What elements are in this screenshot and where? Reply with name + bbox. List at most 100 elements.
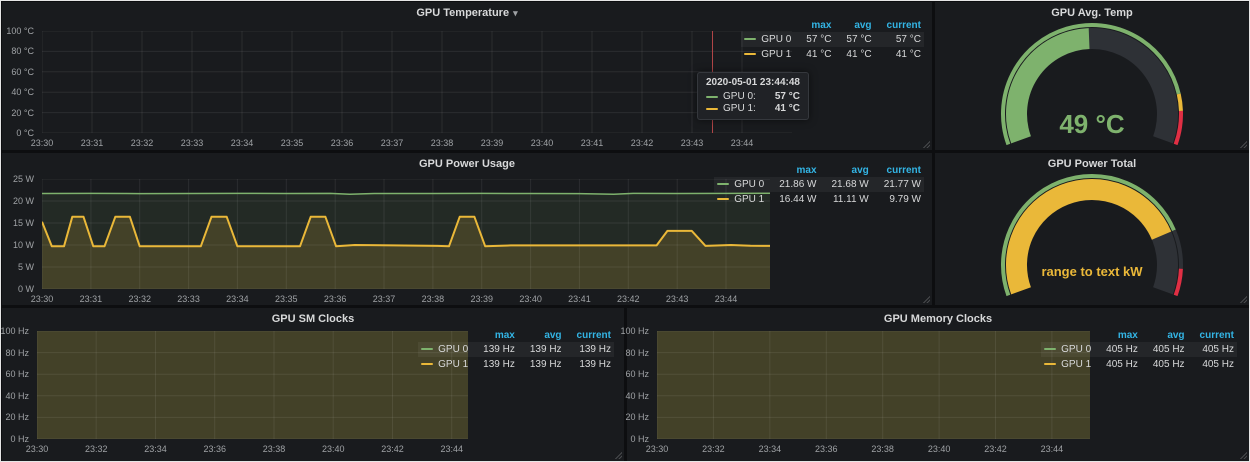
graph-legend: maxavgcurrentGPU 021.86 W21.68 W21.77 WG… [714,165,924,207]
panel-title[interactable]: GPU Power Usage [2,158,932,170]
panel-resize-handle[interactable] [1239,295,1247,303]
panel-resize-handle[interactable] [922,295,930,303]
axis-tick-label: 25 W [13,174,34,184]
legend-value: 139 Hz [471,342,518,357]
legend-header-avg[interactable]: avg [1141,330,1188,342]
axis-tick-label: 23:44 [715,294,738,304]
legend-header-avg[interactable]: avg [834,20,874,32]
axis-tick-label: 23:44 [731,138,754,148]
legend-value: 57 °C [834,32,874,47]
axis-tick-label: 23:36 [331,138,354,148]
tooltip-series-value: 57 °C [775,91,800,102]
panel-resize-handle[interactable] [1239,451,1247,459]
panel-resize-handle[interactable] [614,451,622,459]
axis-tick-label: 23:37 [381,138,404,148]
legend-value: 405 Hz [1188,357,1237,372]
axis-tick-label: 80 °C [11,46,34,56]
panel-title[interactable]: GPU Avg. Temp [935,7,1249,19]
graph-plot-area[interactable] [42,179,770,289]
legend-value: 405 Hz [1094,342,1141,357]
tooltip-row: GPU 1:41 °C [706,103,800,114]
legend-value: 57 °C [794,32,834,47]
series-color-dash [706,108,718,110]
axis-tick-label: 23:36 [815,444,838,454]
axis-tick-label: 23:30 [31,294,54,304]
axis-tick-label: 40 °C [11,87,34,97]
legend-series-toggle[interactable]: GPU 0 [1041,342,1094,357]
axis-tick-label: 20 W [13,196,34,206]
chevron-down-icon[interactable]: ▾ [513,8,518,18]
y-axis: 100 Hz80 Hz60 Hz40 Hz20 Hz0 Hz [627,331,653,439]
tooltip-timestamp: 2020-05-01 23:44:48 [706,77,800,88]
x-axis: 23:3023:3123:3223:3323:3423:3523:3623:37… [42,136,792,148]
graph-plot-area[interactable] [37,331,468,439]
axis-tick-label: 23:44 [1041,444,1064,454]
series-color-dash [421,348,433,350]
axis-tick-label: 23:30 [26,444,49,454]
y-axis: 100 °C80 °C60 °C40 °C20 °C0 °C [2,31,38,133]
legend-series-toggle[interactable]: GPU 0 [741,32,794,47]
axis-tick-label: 0 W [18,284,34,294]
legend-row: GPU 1139 Hz139 Hz139 Hz [418,357,614,372]
legend-series-toggle[interactable]: GPU 1 [418,357,471,372]
legend-value: 9.79 W [872,192,924,207]
legend-header-current[interactable]: current [1188,330,1237,342]
panel-title-text: GPU Power Usage [419,158,515,170]
graph-plot-area[interactable] [657,331,1090,439]
legend-series-toggle[interactable]: GPU 1 [714,192,767,207]
axis-tick-label: 0 °C [16,128,34,138]
graph-plot-area[interactable] [42,31,792,133]
axis-tick-label: 20 Hz [625,412,649,422]
axis-tick-label: 23:34 [759,444,782,454]
axis-tick-label: 23:43 [666,294,689,304]
panel-title[interactable]: GPU Memory Clocks [627,313,1249,325]
gpu-sm-clocks-canvas [37,331,468,439]
legend-row: GPU 1405 Hz405 Hz405 Hz [1041,357,1237,372]
gpu-temperature-canvas [42,31,792,133]
series-color-dash [706,96,718,98]
legend-series-toggle[interactable]: GPU 1 [1041,357,1094,372]
axis-tick-label: 23:31 [80,294,103,304]
legend-header-max[interactable]: max [471,330,518,342]
axis-tick-label: 20 °C [11,108,34,118]
legend-value: 139 Hz [565,342,614,357]
legend-value: 139 Hz [518,342,565,357]
series-color-dash [717,198,729,200]
axis-tick-label: 23:40 [928,444,951,454]
axis-tick-label: 23:43 [681,138,704,148]
series-area [37,331,468,439]
axis-tick-label: 23:32 [128,294,151,304]
gauge [935,153,1249,305]
axis-tick-label: 23:34 [231,138,254,148]
panel-title-text: GPU Power Total [1048,158,1136,170]
panel-title[interactable]: GPU Power Total [935,158,1249,170]
axis-tick-label: 100 °C [6,26,34,36]
axis-tick-label: 23:30 [646,444,669,454]
tooltip-series-name: GPU 1: [723,103,756,114]
legend-header-avg[interactable]: avg [518,330,565,342]
legend-series-toggle[interactable]: GPU 1 [741,47,794,62]
gpu-memory-clocks-canvas [657,331,1090,439]
x-axis: 23:3023:3223:3423:3623:3823:4023:4223:44 [37,442,468,454]
axis-tick-label: 23:44 [440,444,463,454]
graph-legend: maxavgcurrentGPU 0139 Hz139 Hz139 HzGPU … [418,330,614,372]
panel-resize-handle[interactable] [922,140,930,148]
legend-value: 21.77 W [872,177,924,192]
panel-title-text: GPU Memory Clocks [884,313,992,325]
legend-header-max[interactable]: max [1094,330,1141,342]
panel-resize-handle[interactable] [1239,140,1247,148]
legend-series-toggle[interactable]: GPU 0 [714,177,767,192]
panel-title[interactable]: GPU SM Clocks [2,313,624,325]
legend-header-current[interactable]: current [565,330,614,342]
axis-tick-label: 23:42 [984,444,1007,454]
axis-tick-label: 100 Hz [620,326,649,336]
axis-tick-label: 0 Hz [10,434,29,444]
series-color-dash [421,363,433,365]
legend-header-max[interactable]: max [794,20,834,32]
axis-tick-label: 23:36 [324,294,347,304]
legend-header-current[interactable]: current [875,20,924,32]
gpu-power-usage-canvas [42,179,770,289]
panel-title[interactable]: GPU Temperature▾ [2,7,932,19]
legend-value: 16.44 W [767,192,819,207]
legend-series-toggle[interactable]: GPU 0 [418,342,471,357]
